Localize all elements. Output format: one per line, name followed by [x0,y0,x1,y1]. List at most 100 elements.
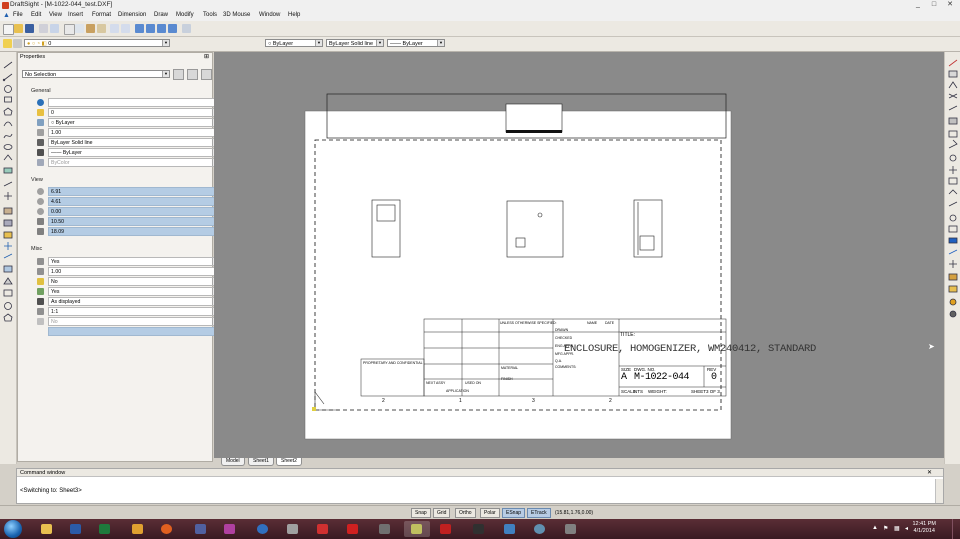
app-icon-10[interactable] [310,521,336,537]
zoom-window-icon[interactable] [157,24,166,33]
zoom-fit-icon[interactable] [168,24,177,33]
menu-format[interactable]: Format [92,12,111,18]
menu-dimension[interactable]: Dimension [118,12,146,18]
pin-icon[interactable]: ⊞ [204,53,209,60]
toggle-pickadd-icon[interactable] [201,69,212,80]
layer-lock-icon[interactable] [13,39,22,48]
draw-tools-icons[interactable] [0,58,16,328]
prop-standard-scale[interactable]: 1:1▼ [48,307,220,316]
etrack-button[interactable]: ETrack [527,508,551,518]
select-objects-icon[interactable] [173,69,184,80]
prop-layer[interactable]: 0▼ [48,108,220,117]
menu-3d-mouse[interactable]: 3D Mouse [223,12,250,18]
tab-model[interactable]: Model [221,458,245,466]
outlook-app[interactable] [125,521,151,537]
redo-icon[interactable] [121,24,130,33]
app-icon-8[interactable] [250,521,276,537]
quick-select-icon[interactable] [187,69,198,80]
app-icon-18[interactable] [558,521,584,537]
close-command-icon[interactable]: ✕ [927,469,932,476]
ucs-icon [37,258,44,265]
flag-icon[interactable]: ⚑ [883,525,889,532]
selection-combo[interactable]: No Selection ▼ [22,70,170,78]
copy-icon[interactable] [75,24,84,33]
app-icon-15[interactable] [466,521,492,537]
menu-view[interactable]: View [49,12,62,18]
menu-window[interactable]: Window [259,12,280,18]
excel-app[interactable] [92,521,118,537]
firefox-app[interactable] [154,521,180,537]
snap-button[interactable]: Snap [411,508,431,518]
prop-scale[interactable]: 1.00 [48,267,220,276]
prop-shade-plot[interactable]: As displayed▼ [48,297,220,306]
menu-modify[interactable]: Modify [176,12,194,18]
prop-color[interactable] [48,98,220,107]
new-file-icon[interactable] [3,24,14,35]
prop-locked[interactable]: No▼ [48,277,220,286]
drawing-canvas[interactable]: TITLE: ENCLOSURE, HOMOGENIZER, WM240412,… [214,52,944,458]
pan-icon[interactable] [135,24,144,33]
app-icon-17[interactable] [527,521,553,537]
zoom-icon[interactable] [146,24,155,33]
app-icon-7[interactable] [217,521,243,537]
menu-edit[interactable]: Edit [31,12,41,18]
esnap-button[interactable]: ESnap [502,508,526,518]
prop-linescale[interactable]: 1.00 [48,128,220,137]
minimize-button[interactable]: _ [912,0,924,9]
grid-button[interactable]: Grid [433,508,451,518]
app-icon-9[interactable] [280,521,306,537]
open-folder-icon[interactable] [14,24,23,33]
prop-height[interactable]: 10.50 [48,217,220,226]
ortho-button[interactable]: Ortho [455,508,476,518]
menu-file[interactable]: File [13,12,23,18]
modify-tools-icons[interactable] [945,58,960,328]
layer-manager-icon[interactable] [182,24,191,33]
draftsight-app[interactable] [404,521,430,537]
app-icon-12[interactable] [372,521,398,537]
prop-linestyle[interactable]: ○ ByLayer▼ [48,118,220,127]
tab-sheet1[interactable]: Sheet1 [248,458,274,466]
prop-lineweight[interactable]: ByLayer Solid line▼ [48,138,220,147]
prop-on[interactable]: Yes▼ [48,287,220,296]
solidworks-app[interactable] [340,521,366,537]
prop-blank[interactable] [48,327,220,336]
explorer-app[interactable] [34,521,60,537]
polar-button[interactable]: Polar [480,508,500,518]
command-scrollbar[interactable] [935,479,943,503]
start-button[interactable] [4,520,22,538]
show-desktop-button[interactable] [952,519,960,539]
layer-state-icon[interactable] [3,39,12,48]
print-icon[interactable] [39,24,48,33]
paste-icon[interactable] [86,24,95,33]
prop-center-z[interactable]: 0.00 [48,207,220,216]
app-icon-16[interactable] [497,521,523,537]
close-button[interactable]: ✕ [944,0,956,9]
print-preview-icon[interactable] [50,24,59,33]
prop-ucs-on[interactable]: Yes▼ [48,257,220,266]
show-hidden-icon[interactable]: ▲ [872,525,878,531]
acrobat-app[interactable] [433,521,459,537]
prop-center-x[interactable]: 6.91 [48,187,220,196]
match-properties-icon[interactable] [97,24,106,33]
lineweight-combo[interactable]: —— ByLayer ▼ [387,39,445,47]
undo-icon[interactable] [110,24,119,33]
volume-icon[interactable]: ◂ [905,525,911,532]
menu-insert[interactable]: Insert [68,12,83,18]
prop-center-y[interactable]: 4.61 [48,197,220,206]
clock[interactable]: 12:41 PM 4/1/2014 [912,521,936,535]
network-icon[interactable]: ▦ [894,525,900,532]
prop-width[interactable]: 18.09 [48,227,220,236]
color-combo[interactable]: ○ ByLayer ▼ [265,39,323,47]
menu-draw[interactable]: Draw [154,12,168,18]
menu-tools[interactable]: Tools [203,12,217,18]
linestyle-combo[interactable]: ByLayer Solid line ▼ [326,39,384,47]
menu-help[interactable]: Help [288,12,300,18]
layer-combo[interactable]: ● ○ ◔ ◧ 0 ▼ [24,39,170,47]
save-icon[interactable] [25,24,34,33]
prop-transparency[interactable]: —— ByLayer▼ [48,148,220,157]
app-icon-6[interactable] [188,521,214,537]
tab-sheet2[interactable]: Sheet2 [276,458,302,466]
maximize-button[interactable]: □ [928,0,940,9]
cut-icon[interactable] [64,24,75,35]
word-app[interactable] [63,521,89,537]
